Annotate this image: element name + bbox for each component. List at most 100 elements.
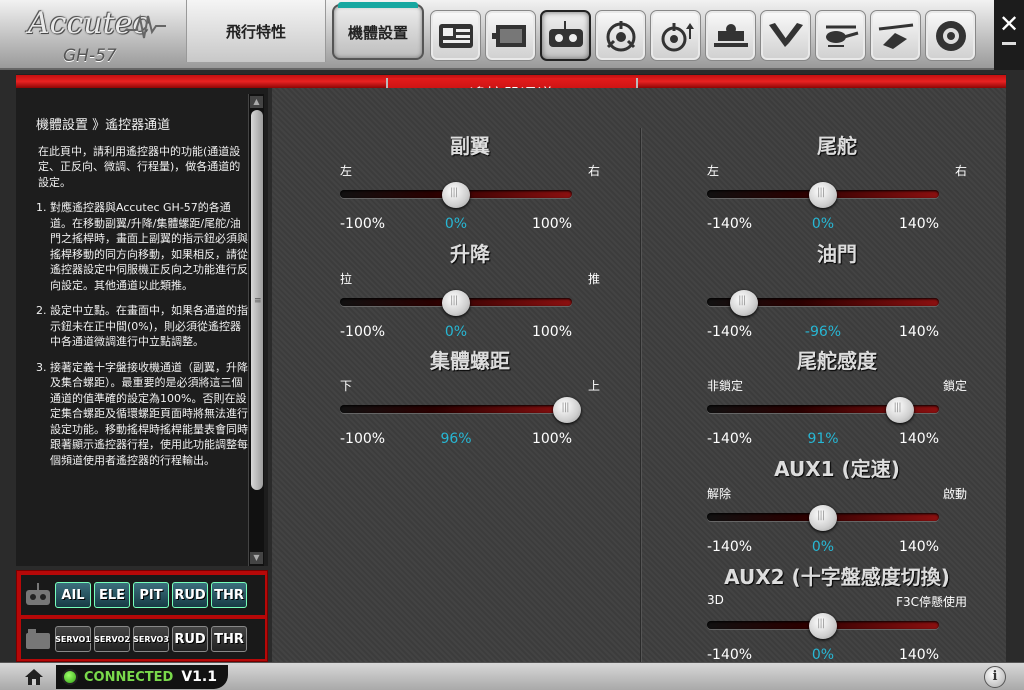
slider-title: 升降 [450,242,490,266]
slider-max-value: 100% [531,216,572,232]
blade-button[interactable] [760,10,811,61]
aux1-slider: AUX1 (定速)解除啟動-140%0%140% [707,453,967,555]
slider-title: 集體螺距 [430,349,510,373]
servo-button-rud[interactable]: RUD [172,626,208,652]
channel-button-thr[interactable]: THR [211,582,247,608]
elevator-slider: 升降拉推-100%0%100% [340,238,600,340]
step-number: 3. [36,360,47,374]
slider-knob[interactable] [442,182,470,208]
step-text: 設定中立點。在畫面中，如果各通道的指示鈕未在正中間(0%)，則必須從遙控器中各通… [50,304,248,348]
slider-right-label: 上 [587,379,600,393]
flybar-button[interactable] [870,10,921,61]
servo-label: SERVO [133,634,164,644]
home-icon[interactable] [24,667,44,687]
gyro-button[interactable] [595,10,646,61]
help-sidebar: 機體設置 》遙控器通道 在此頁中，請利用遙控器中的功能(通道設定、正反向、微調、… [16,88,268,566]
helicopter-button[interactable] [815,10,866,61]
step-number: 2. [36,304,47,317]
slider-title: 尾舵感度 [797,349,877,373]
slider-left-label: 下 [340,379,353,393]
swashplate-icon [438,23,473,48]
slider-right-label: 鎖定 [942,379,967,393]
firmware-version: V1.1 [181,669,217,685]
help-text: 機體設置 》遙控器通道 在此頁中，請利用遙控器中的功能(通道設定、正反向、微調、… [36,118,248,478]
servo-button-2[interactable]: SERVO 2 [94,626,130,652]
connection-text: CONNECTED [84,669,174,685]
model-name: GH-57 [63,46,117,66]
help-intro: 在此頁中，請利用遙控器中的功能(通道設定、正反向、微調、行程量)，做各通道的設定… [38,144,241,189]
servo-label: SERVO [94,634,125,644]
channel-monitor-panel: 副翼左右-100%0%100% 升降拉推-100%0%100% 集體螺距下上-1… [272,88,1006,663]
step-text: 接著定義十字盤接收機通道（副翼，升降及集合螺距）。最重要的是必須將這三個通道的值… [50,360,248,467]
helicopter-icon [825,25,858,47]
connection-status: CONNECTED V1.1 [56,665,228,689]
slider-knob[interactable] [809,182,837,208]
slider-left-label: 解除 [707,487,732,501]
minimize-icon[interactable] [1002,42,1016,45]
slider-left-label: 拉 [340,272,353,286]
blade-icon [768,22,803,47]
channel-panel: AIL ELE PIT RUD THR SERVO 1 SERVO 2 SERVO 3… [16,570,268,662]
disc-button[interactable] [925,10,976,61]
slider-knob[interactable] [809,505,837,531]
slider-knob[interactable] [553,397,582,423]
slider-max-value: 100% [531,431,572,447]
slider-right-label: F3C停懸使用 [896,595,967,609]
channel-button-ele[interactable]: ELE [94,582,130,608]
slider-max-value: 140% [898,431,939,447]
status-bar: CONNECTED V1.1 i [0,662,1024,690]
close-button[interactable]: ✕ [994,0,1024,70]
servo-button-3[interactable]: SERVO 3 [133,626,169,652]
tail-servo-button[interactable] [705,10,756,61]
slider-knob[interactable] [885,397,914,423]
disc-icon [935,20,966,51]
slider-knob[interactable] [809,613,837,639]
gyro-gain-slider: 尾舵感度非鎖定鎖定-140%91%140% [707,345,967,447]
tab-airframe-setup[interactable]: 機體設置 [332,2,424,60]
slider-title: 副翼 [450,134,490,158]
slider-knob[interactable] [730,290,759,316]
servo-number: 1 [85,634,91,644]
tab-label: 機體設置 [347,23,408,42]
servo-number: 3 [163,634,169,644]
transmitter-button[interactable] [540,10,591,61]
step-text: 對應遙控器與Accutec GH-57的各通道。在移動副翼/升降/集體螺距/尾舵… [50,201,248,292]
sidebar-scrollbar[interactable]: ▲ ≡ ▼ [248,94,264,566]
slider-title: AUX1 (定速) [774,457,900,481]
servo-button[interactable] [485,10,536,61]
column-divider [640,128,642,662]
tab-flight-characteristics[interactable]: 飛行特性 [186,0,326,62]
channel-button-rud[interactable]: RUD [172,582,208,608]
slider-left-label: 3D [707,593,724,607]
channel-button-ail[interactable]: AIL [55,582,91,608]
scroll-down-icon[interactable]: ▼ [250,552,263,564]
transmitter-icon [26,583,50,605]
scrollbar-thumb[interactable]: ≡ [251,110,263,490]
gyro-gain-button[interactable] [650,10,701,61]
step-number: 1. [36,201,47,214]
servo-button-thr[interactable]: THR [211,626,247,652]
help-step: 2. 設定中立點。在畫面中，如果各通道的指示鈕未在正中間(0%)，則必須從遙控器… [36,303,248,350]
slider-right-label: 推 [587,272,600,286]
slider-knob[interactable] [442,290,470,316]
rudder-slider: 尾舵左右-140%0%140% [707,130,967,232]
scroll-up-icon[interactable]: ▲ [250,96,263,108]
servo-number: 2 [124,634,130,644]
tab-label: 飛行特性 [225,22,286,41]
gyro-gain-icon [661,22,694,51]
slider-title: 油門 [817,242,857,266]
slider-left-label: 左 [707,164,720,178]
help-step: 3. 接著定義十字盤接收機通道（副翼，升降及集合螺距）。最重要的是必須將這三個通… [36,360,248,469]
servo-button-1[interactable]: SERVO 1 [55,626,91,652]
heartbeat-icon [126,14,166,39]
receiver-icon [26,629,50,649]
slider-max-value: 140% [898,647,939,663]
info-button[interactable]: i [984,666,1006,688]
slider-max-value: 140% [898,324,939,340]
swashplate-button[interactable] [430,10,481,61]
aux2-slider: AUX2 (十字盤感度切換)3DF3C停懸使用-140%0%140% [707,561,967,663]
channel-button-pit[interactable]: PIT [133,582,169,608]
tail-servo-icon [713,23,748,47]
help-step: 1. 對應遙控器與Accutec GH-57的各通道。在移動副翼/升降/集體螺距… [36,200,248,293]
slider-right-label: 啟動 [942,487,967,501]
